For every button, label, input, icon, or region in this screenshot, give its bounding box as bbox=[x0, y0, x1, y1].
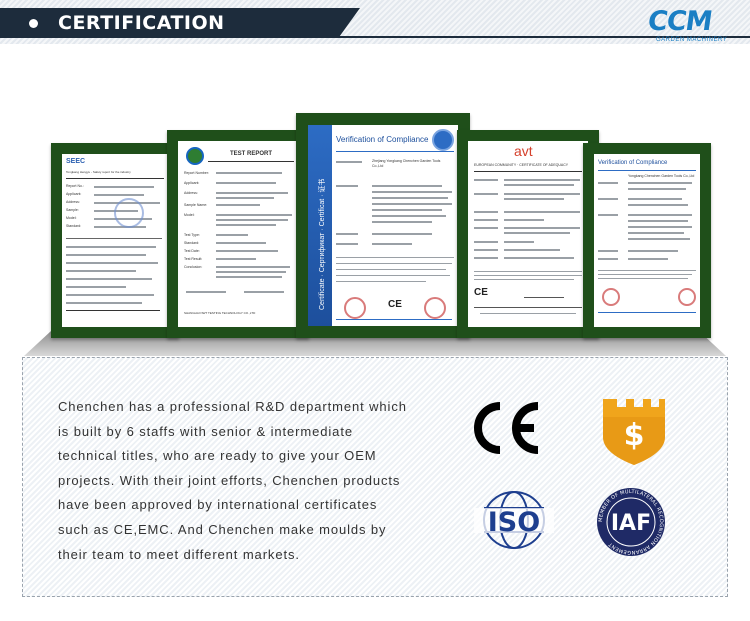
certificate-1[interactable]: SEEC Tongkang Hengyu - Safety report for… bbox=[51, 143, 179, 338]
cert1-row: Address: bbox=[66, 200, 80, 204]
certificate-2[interactable]: TEST REPORT Report Number: Applicant: Ad… bbox=[167, 130, 309, 338]
cert1-row: Report No.: bbox=[66, 184, 84, 188]
certificate-4[interactable]: avt EUROPEAN COMMUNITY · CERTIFICATE OF … bbox=[457, 130, 599, 338]
cert5-holder: Yongkang Chenchen Garden Tools Co.,Ltd bbox=[628, 174, 695, 178]
money-guarantee-icon: $ bbox=[601, 397, 667, 467]
bullet-icon bbox=[29, 19, 38, 28]
logo-subtitle: GARDEN MACHINERY bbox=[656, 37, 728, 43]
cert4-signature bbox=[524, 291, 564, 298]
cert2-title: TEST REPORT bbox=[230, 151, 273, 157]
dollar-glyph: $ bbox=[624, 418, 645, 453]
cert4-brand: avt bbox=[514, 143, 533, 159]
cert2-row: Test Type: bbox=[184, 233, 200, 237]
cert3-side-text: Certificate · Сертификат · Certificat · … bbox=[319, 178, 326, 310]
cert3-ce-mark: CE bbox=[388, 299, 402, 310]
cert1-row: Standard: bbox=[66, 224, 82, 228]
cert2-row: Test Result: bbox=[184, 257, 203, 261]
certificate-3[interactable]: Certificate · Сертификат · Certificat · … bbox=[296, 113, 470, 338]
ce-mark-icon bbox=[468, 398, 548, 458]
cert1-row: Applicant: bbox=[66, 192, 82, 196]
company-description: Chenchen has a professional R&D departme… bbox=[58, 399, 407, 562]
cert3-stamp-left bbox=[344, 297, 366, 319]
certificate-5[interactable]: Verification of Compliance Yongkang Chen… bbox=[583, 143, 711, 338]
cert1-top: Tongkang Hengyu - Safety report for the … bbox=[66, 170, 131, 174]
cert3-stamp-right bbox=[424, 297, 446, 319]
iso-logo: ISO bbox=[472, 488, 556, 552]
iaf-logo: MEMBER OF MULTILATERAL RECOGNITION ARRAN… bbox=[595, 486, 667, 558]
cert2-row: Sample Name: bbox=[184, 203, 208, 207]
section-header: CERTIFICATION CCM GARDEN MACHINERY bbox=[0, 0, 750, 44]
cert1-row: Model: bbox=[66, 216, 77, 220]
cert2-row: Address: bbox=[184, 191, 198, 195]
cert4-heading: EUROPEAN COMMUNITY · CERTIFICATE OF ADEQ… bbox=[474, 163, 569, 167]
section-title: CERTIFICATION bbox=[58, 12, 225, 34]
cert2-row: Test Date: bbox=[184, 249, 200, 253]
cert4-ce-mark: CE bbox=[474, 287, 488, 298]
cert3-seal-icon bbox=[432, 129, 454, 151]
cert3-holder: Zhejiang Yongkang Chenchen Garden Tools … bbox=[372, 159, 441, 168]
cert5-stamp bbox=[602, 288, 620, 306]
iso-text: ISO bbox=[488, 507, 540, 538]
logo-text: CCM bbox=[645, 6, 714, 37]
cert2-row: Applicant: bbox=[184, 181, 200, 185]
cert2-row: Standard: bbox=[184, 241, 200, 245]
cert2-logo-icon bbox=[186, 147, 204, 165]
cert2-row: Conclusion: bbox=[184, 265, 203, 269]
cert1-brand: SEEC bbox=[66, 158, 86, 165]
cert2-row: Model: bbox=[184, 213, 195, 217]
cert5-title: Verification of Compliance bbox=[598, 160, 668, 166]
cert1-stamp bbox=[114, 198, 144, 228]
cert1-row: Sample: bbox=[66, 208, 79, 212]
cert2-row: Report Number: bbox=[184, 171, 209, 175]
cert5-stamp-2 bbox=[678, 288, 696, 306]
cert2-footer: SHANGHAI NWT TESTING TECHNOLOGY CO.,LTD bbox=[184, 311, 256, 315]
company-logo[interactable]: CCM GARDEN MACHINERY bbox=[646, 6, 736, 43]
cert3-title: Verification of Compliance bbox=[336, 135, 429, 144]
iaf-text: IAF bbox=[611, 511, 651, 536]
